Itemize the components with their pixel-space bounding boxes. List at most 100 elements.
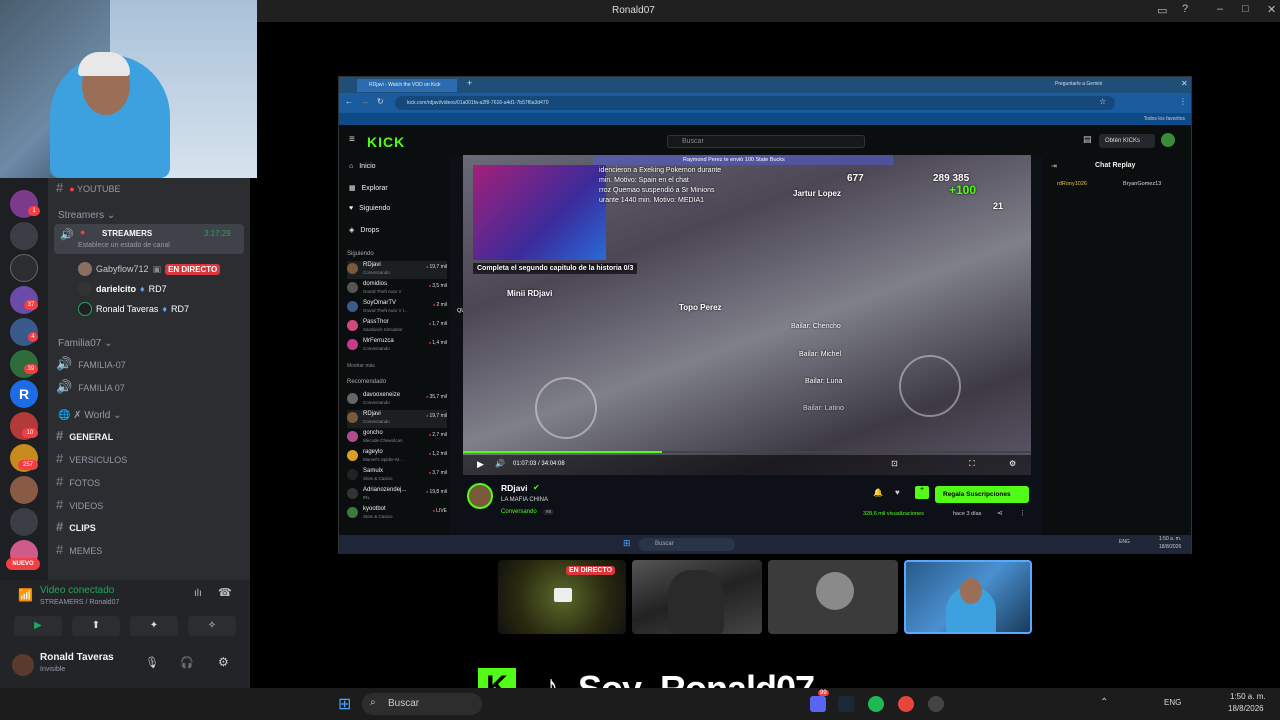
nav-explorar[interactable]: ▦ Explorar <box>349 184 388 193</box>
volume-icon[interactable]: 🔊 <box>495 459 505 468</box>
nav-drops[interactable]: ◈ Drops <box>349 226 379 235</box>
recommended-channel[interactable]: SamulxSlots & Casino3,7 mil <box>347 467 447 485</box>
all-bookmarks[interactable]: Todos los favoritos <box>1144 116 1185 122</box>
following-channel[interactable]: PassThorSandwich Simulator1,7 mil <box>347 318 447 336</box>
channel-versiculos[interactable]: # VERSICULOS <box>56 451 127 466</box>
nav-siguiendo[interactable]: ♥ Siguiendo <box>349 205 390 212</box>
store-icon[interactable]: ▤ <box>1083 134 1092 145</box>
video-settings-icon[interactable]: ⚙ <box>1009 459 1016 468</box>
microphone-icon[interactable]: 🎙 <box>145 656 159 669</box>
new-tab-icon[interactable]: + <box>467 78 472 88</box>
activities-button[interactable]: ✦ <box>130 616 178 636</box>
voice-user[interactable]: darielcito ♦ RD7 <box>78 282 167 296</box>
chrome-app-icon[interactable] <box>898 696 914 712</box>
hamburger-icon[interactable]: ≡ <box>349 134 355 145</box>
back-icon[interactable]: ← <box>345 97 353 106</box>
reload-icon[interactable]: ↻ <box>377 97 384 106</box>
server-icon[interactable] <box>10 508 38 536</box>
soundboard-icon[interactable]: ılı <box>194 588 202 599</box>
fullscreen-icon[interactable]: ⛶ <box>969 459 975 469</box>
recommended-channel[interactable]: davooxeneizeConversando35,7 mil <box>347 391 447 409</box>
following-channel[interactable]: RDjaviConversando19,7 mil <box>347 261 447 279</box>
server-icon[interactable] <box>10 254 38 282</box>
theater-icon[interactable]: ⊡ <box>891 459 898 468</box>
nav-inicio[interactable]: ⌂ Inicio <box>349 163 376 170</box>
camera-button[interactable]: ▶ <box>14 616 62 636</box>
gift-subs-button[interactable]: Regala Suscripciones <box>935 486 1029 503</box>
server-icon[interactable]: R <box>10 380 38 408</box>
chat-user[interactable]: BryanGomez13 <box>1123 181 1161 187</box>
screen-share-button[interactable]: ⬆ <box>72 616 120 636</box>
voice-path[interactable]: STREAMERS / Ronald07 <box>40 599 119 606</box>
spotify-app-icon[interactable] <box>868 696 884 712</box>
participant-tile-self[interactable] <box>904 560 1032 634</box>
settings-gear-icon[interactable]: ⚙ <box>218 655 229 669</box>
channel-general[interactable]: # GENERAL <box>56 428 113 443</box>
participant-tile[interactable]: EN DIRECTO <box>498 560 626 634</box>
headphones-icon[interactable]: 🎧 <box>180 656 194 669</box>
show-more-link[interactable]: Mostrar más <box>347 363 375 369</box>
forward-icon[interactable]: → <box>361 97 369 106</box>
stream-category[interactable]: Conversando <box>501 509 537 515</box>
channel-clips[interactable]: # CLIPS <box>56 519 96 534</box>
voice-channel-streamers[interactable]: 🔊 ● STREAMERS 3:17:29 Establece un estad… <box>54 224 244 254</box>
channel-name[interactable]: RDjavi <box>501 483 527 493</box>
recommended-channel[interactable]: rageyloMarvel's Spider-M...1,2 mil <box>347 448 447 466</box>
close-icon[interactable]: ✕ <box>1267 3 1276 16</box>
kick-search-input[interactable]: Buscar <box>667 135 865 148</box>
voice-user[interactable]: Ronald Taveras ♦ RD7 <box>78 302 189 316</box>
taskbar-date[interactable]: 18/8/2026 <box>1228 704 1264 713</box>
minimize-icon[interactable]: – <box>1217 3 1223 15</box>
taskbar-time[interactable]: 1:50 a. m. <box>1230 692 1266 701</box>
video-player[interactable]: Raymond Perez te envió 100 State Bucks i… <box>463 155 1031 475</box>
kick-logo[interactable]: KICK <box>367 134 405 150</box>
bookmark-star-icon[interactable]: ☆ <box>1099 97 1106 106</box>
profile-avatar[interactable] <box>1161 133 1175 147</box>
channel-videos[interactable]: # VIDEOS <box>56 497 103 512</box>
video-progress-bar[interactable] <box>463 451 1031 453</box>
category-familia[interactable]: Familia07 ⌄ <box>58 338 113 349</box>
follow-heart-icon[interactable]: ♥ <box>895 488 900 497</box>
url-field[interactable]: kick.com/rdjavi/videos/01a001fa-a2f8-761… <box>395 96 1115 110</box>
recommended-channel[interactable]: RDjaviConversando19,7 mil <box>347 410 447 428</box>
taskbar-search[interactable]: ⌕ Buscar <box>362 693 482 715</box>
maximize-icon[interactable]: □ <box>1242 3 1249 15</box>
browser-menu-icon[interactable]: ⋮ <box>1179 97 1187 106</box>
help-icon[interactable]: ? <box>1182 3 1188 15</box>
start-icon[interactable]: ⊞ <box>338 694 351 714</box>
category-streamers[interactable]: Streamers ⌄ <box>58 210 115 221</box>
window-icon[interactable]: ▭ <box>1157 4 1167 17</box>
steam-app-icon[interactable] <box>838 696 854 712</box>
effects-button[interactable]: ✧ <box>188 616 236 636</box>
browser-tab[interactable]: RDjavi - Watch the VOD on Kick <box>357 79 457 92</box>
subscribe-icon[interactable]: + <box>915 486 929 499</box>
language-indicator[interactable]: ENG <box>1164 698 1181 707</box>
following-channel[interactable]: domidiosGrand Theft Auto V3,5 mil <box>347 280 447 298</box>
browser-close-icon[interactable]: ✕ <box>1181 79 1188 88</box>
disconnect-icon[interactable]: ☎ <box>218 586 232 599</box>
discord-app-icon[interactable] <box>810 696 826 712</box>
notification-bell-icon[interactable]: 🔔 <box>873 488 883 497</box>
inner-search[interactable]: Buscar <box>639 538 735 551</box>
tray-chevron-icon[interactable]: ⌃ <box>1100 697 1108 708</box>
channel-youtube[interactable]: # ● YOUTUBE <box>56 180 121 195</box>
channel-status[interactable]: Establece un estado de canal <box>78 242 170 249</box>
server-icon[interactable] <box>10 476 38 504</box>
following-channel[interactable]: SoyOmarTVGrand Theft Auto V I...2 mil <box>347 299 447 317</box>
voice-user[interactable]: Gabyflow712 ▣ EN DIRECTO <box>78 262 221 276</box>
channel-familia-1[interactable]: 🔊 FAMILIA-07 <box>56 356 126 372</box>
play-icon[interactable]: ▶ <box>477 459 484 470</box>
inner-start-icon[interactable]: ⊞ <box>623 538 631 549</box>
recommended-channel[interactable]: Adrianozendej...IRL19,8 mil <box>347 486 447 504</box>
channel-familia-2[interactable]: 🔊 FAMILIA 07 <box>56 379 125 395</box>
gemini-button[interactable]: Preguntarle a Gemini <box>1055 81 1102 87</box>
share-icon[interactable]: ⋖ <box>997 509 1003 517</box>
app-icon[interactable] <box>928 696 944 712</box>
category-world[interactable]: 🌐 ✗ World ⌄ <box>58 410 122 421</box>
more-options-icon[interactable]: ⋮ <box>1019 509 1026 517</box>
collapse-chat-icon[interactable]: ⇥ <box>1051 162 1057 170</box>
channel-avatar[interactable] <box>467 483 493 509</box>
user-avatar[interactable] <box>12 654 34 676</box>
user-name[interactable]: Ronald Taveras <box>40 652 114 663</box>
channel-memes[interactable]: # MEMES <box>56 542 102 557</box>
